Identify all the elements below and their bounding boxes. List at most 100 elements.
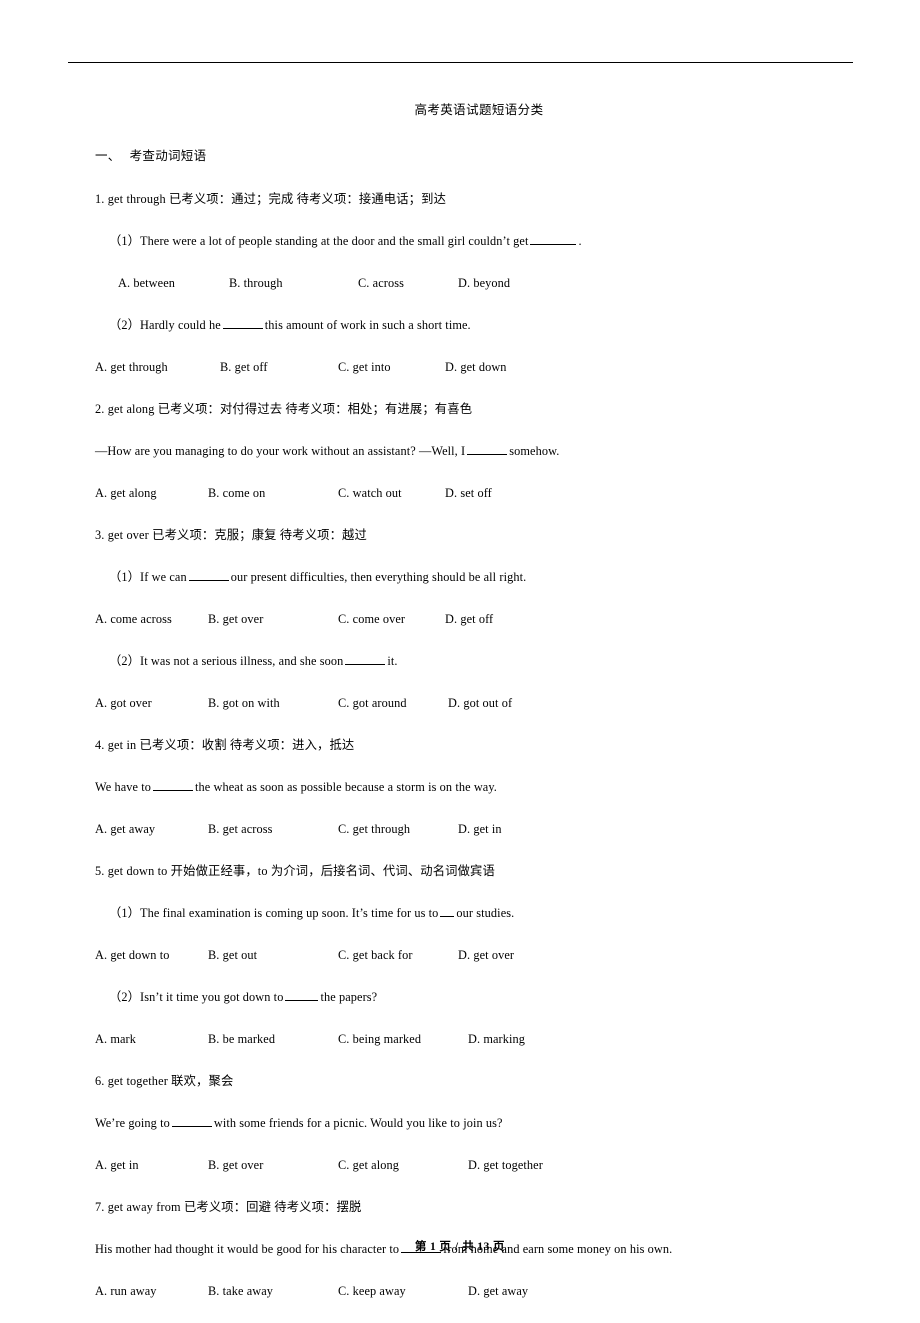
question-stem: （1）The final examination is coming up so… xyxy=(95,903,855,923)
option-b[interactable]: B. get out xyxy=(208,945,257,965)
question-text-after: with some friends for a picnic. Would yo… xyxy=(213,1116,503,1130)
option-c[interactable]: C. keep away xyxy=(338,1281,406,1301)
option-a[interactable]: A. get in xyxy=(95,1155,139,1175)
question-stem: （2）Isn’t it time you got down to the pape… xyxy=(95,987,855,1007)
option-d[interactable]: D. get away xyxy=(468,1281,528,1301)
answer-blank xyxy=(285,989,319,1001)
option-c[interactable]: C. watch out xyxy=(338,483,402,503)
entry-heading: 1. get through 已考义项：通过；完成 待考义项：接通电话；到达 xyxy=(95,192,447,206)
page-footer: 第1页 / 共 13 页 xyxy=(0,1238,920,1254)
question-label: （2） xyxy=(109,318,141,332)
question-text-before: If we can xyxy=(140,570,187,584)
entry-heading: 6. get together 联欢，聚会 xyxy=(95,1074,234,1088)
option-b[interactable]: B. get off xyxy=(220,357,268,377)
footer-page-number: 1 xyxy=(429,1241,437,1253)
answer-blank xyxy=(530,233,577,245)
option-row: A. get through B. get off C. get into D.… xyxy=(95,357,855,377)
question-text-after: this amount of work in such a short time… xyxy=(264,318,471,332)
answer-blank xyxy=(467,443,508,455)
question-stem: We have to the wheat as soon as possible … xyxy=(95,777,855,797)
section-label: 考查动词短语 xyxy=(129,149,207,163)
option-row: A. get along B. come on C. watch out D. … xyxy=(95,483,855,503)
option-d[interactable]: D. get down xyxy=(445,357,507,377)
option-d[interactable]: D. got out of xyxy=(448,693,512,713)
option-d[interactable]: D. get over xyxy=(458,945,514,965)
option-c[interactable]: C. get into xyxy=(338,357,391,377)
question-label: （1） xyxy=(109,906,141,920)
option-c[interactable]: C. get back for xyxy=(338,945,413,965)
option-row: A. run away B. take away C. keep away D.… xyxy=(95,1281,855,1301)
option-d[interactable]: D. set off xyxy=(445,483,492,503)
option-row: A. come across B. get over C. come over … xyxy=(95,609,855,629)
option-b[interactable]: B. got on with xyxy=(208,693,280,713)
page-header xyxy=(0,0,920,68)
option-row: A. get away B. get across C. get through… xyxy=(95,819,855,839)
question-text-after: . xyxy=(578,234,582,248)
option-c[interactable]: C. come over xyxy=(338,609,405,629)
question-text-before: The final examination is coming up soon.… xyxy=(140,906,439,920)
option-c[interactable]: C. being marked xyxy=(338,1029,421,1049)
option-b[interactable]: B. come on xyxy=(208,483,265,503)
question-label: （2） xyxy=(109,654,141,668)
answer-blank xyxy=(345,653,386,665)
option-d[interactable]: D. beyond xyxy=(458,273,510,293)
document-body: 高考英语试题短语分类 一、 考查动词短语 1. get through 已考义项：… xyxy=(95,100,855,1323)
option-c[interactable]: C. got around xyxy=(338,693,407,713)
question-text-after: it. xyxy=(387,654,398,668)
option-row: A. get down to B. get out C. get back fo… xyxy=(95,945,855,965)
option-d[interactable]: D. get together xyxy=(468,1155,543,1175)
question-text-after: somehow. xyxy=(509,444,560,458)
option-a[interactable]: A. mark xyxy=(95,1029,136,1049)
option-d[interactable]: D. marking xyxy=(468,1029,525,1049)
footer-separator: 页 / 共 xyxy=(439,1241,475,1253)
section-heading: 一、 考查动词短语 xyxy=(95,146,855,166)
option-b[interactable]: B. get over xyxy=(208,609,263,629)
option-b[interactable]: B. get over xyxy=(208,1155,263,1175)
page-title: 高考英语试题短语分类 xyxy=(414,103,544,117)
question-stem: （2）It was not a serious illness, and she… xyxy=(95,651,855,671)
option-c[interactable]: C. get through xyxy=(338,819,410,839)
option-b[interactable]: B. be marked xyxy=(208,1029,275,1049)
question-text-before: Hardly could he xyxy=(140,318,221,332)
option-d[interactable]: D. get in xyxy=(458,819,502,839)
footer-suffix: 页 xyxy=(493,1241,506,1253)
document-page: 高考英语试题短语分类 一、 考查动词短语 1. get through 已考义项：… xyxy=(0,0,920,1303)
question-text-after: our studies. xyxy=(456,906,515,920)
option-a[interactable]: A. come across xyxy=(95,609,172,629)
option-a[interactable]: A. get away xyxy=(95,819,155,839)
answer-blank xyxy=(153,779,194,791)
option-d[interactable]: D. get off xyxy=(445,609,493,629)
question-stem: （1）If we can our present difficulties, th… xyxy=(95,567,855,587)
option-c[interactable]: C. get along xyxy=(338,1155,399,1175)
option-a[interactable]: A. get along xyxy=(95,483,157,503)
question-label: （1） xyxy=(109,234,141,248)
header-divider xyxy=(68,62,853,63)
option-a[interactable]: A. got over xyxy=(95,693,152,713)
entry-heading: 7. get away from 已考义项：回避 待考义项：摆脱 xyxy=(95,1200,362,1214)
option-a[interactable]: A. between xyxy=(118,273,175,293)
entry-heading: 5. get down to 开始做正经事，to 为介词，后接名词、代词、动名词… xyxy=(95,864,495,878)
option-row: A. between B. through C. across D. beyon… xyxy=(95,273,855,293)
question-stem: —How are you managing to do your work wi… xyxy=(95,441,855,461)
option-row: A. get in B. get over C. get along D. ge… xyxy=(95,1155,855,1175)
question-label: （1） xyxy=(109,570,141,584)
option-b[interactable]: B. get across xyxy=(208,819,272,839)
entry-heading: 2. get along 已考义项：对付得过去 待考义项：相处；有进展；有喜色 xyxy=(95,402,473,416)
entry-heading: 3. get over 已考义项：克服；康复 待考义项：越过 xyxy=(95,528,367,542)
option-a[interactable]: A. run away xyxy=(95,1281,157,1301)
option-b[interactable]: B. through xyxy=(229,273,283,293)
question-label: （2） xyxy=(109,990,141,1004)
option-c[interactable]: C. across xyxy=(358,273,404,293)
question-text-before: We’re going to xyxy=(95,1116,170,1130)
option-a[interactable]: A. get through xyxy=(95,357,168,377)
option-b[interactable]: B. take away xyxy=(208,1281,273,1301)
question-text-before: There were a lot of people standing at t… xyxy=(140,234,529,248)
question-text-after: the papers? xyxy=(320,990,378,1004)
answer-blank xyxy=(188,569,229,581)
footer-prefix: 第 xyxy=(414,1241,427,1253)
answer-blank xyxy=(222,317,263,329)
answer-blank xyxy=(440,905,455,917)
option-a[interactable]: A. get down to xyxy=(95,945,170,965)
question-stem: （2）Hardly could he this amount of work in… xyxy=(95,315,855,335)
question-text-before: We have to xyxy=(95,780,152,794)
